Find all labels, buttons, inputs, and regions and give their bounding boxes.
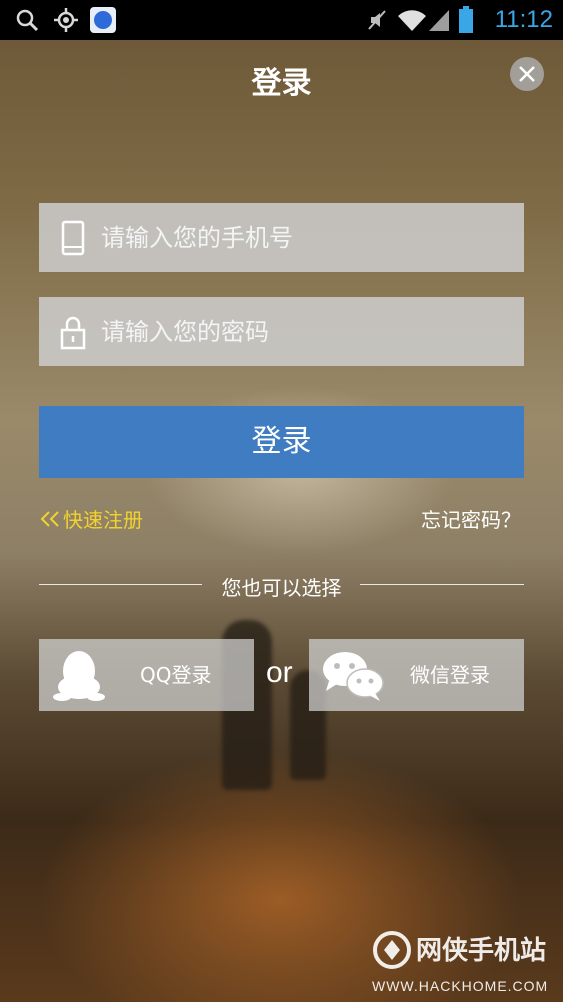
watermark-url: WWW.HACKHOME.COM [372,978,549,994]
close-button[interactable] [510,57,544,91]
password-field[interactable] [39,297,524,366]
password-input[interactable] [101,297,511,366]
register-link[interactable]: 快速注册 [39,504,143,533]
mute-icon [368,10,386,30]
wechat-login-button[interactable]: 微信登录 [309,639,524,711]
register-link-label: 快速注册 [63,508,143,532]
location-icon [54,8,78,32]
wechat-icon [323,652,384,701]
login-button[interactable]: 登录 [39,406,524,478]
status-bar: 11:12 [0,0,563,40]
phone-icon [61,220,85,256]
alternative-login-heading: 您也可以选择 [221,576,342,600]
watermark-logo-icon [373,931,411,969]
wifi-icon [398,10,426,31]
qq-login-button[interactable]: QQ登录 [39,639,254,711]
lock-icon [60,316,86,350]
double-chevron-left-icon [40,511,59,527]
signal-icon [429,10,449,31]
wechat-login-label: 微信登录 [410,663,490,687]
phone-input[interactable] [101,203,511,272]
close-icon [519,66,535,82]
page-title: 登录 [251,66,312,101]
baidu-app-icon [90,7,116,33]
background-photo [0,0,563,1002]
battery-icon [459,6,473,33]
watermark-name: 网侠手机站 [416,936,547,966]
qq-login-label: QQ登录 [140,663,212,687]
qq-penguin-icon [53,651,105,701]
divider-right [360,584,524,585]
search-icon [16,9,39,32]
status-time: 11:12 [494,6,553,33]
or-separator: or [266,656,293,689]
phone-field[interactable] [39,203,524,272]
forgot-password-link[interactable]: 忘记密码？ [421,504,521,533]
